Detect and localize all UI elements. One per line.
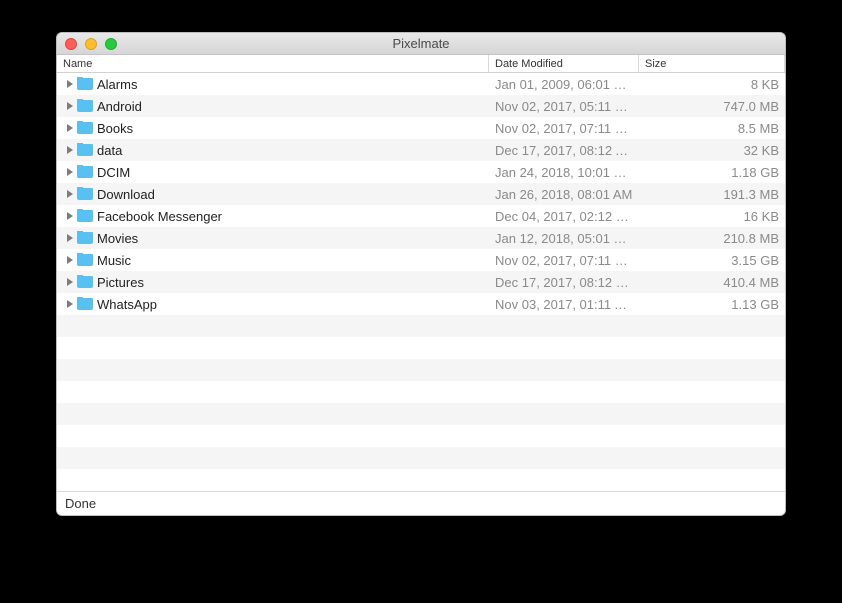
folder-icon xyxy=(77,100,93,112)
table-row[interactable]: Facebook Messenger Dec 04, 2017, 02:12 P…… xyxy=(57,205,785,227)
file-name: Android xyxy=(97,99,142,114)
table-row[interactable]: Android Nov 02, 2017, 05:11 PM747.0 MB xyxy=(57,95,785,117)
table-row[interactable]: Pictures Dec 17, 2017, 08:12 P…410.4 MB xyxy=(57,271,785,293)
cell-size: 747.0 MB xyxy=(639,99,785,114)
disclosure-triangle-icon[interactable] xyxy=(67,168,73,176)
cell-size: 32 KB xyxy=(639,143,785,158)
traffic-lights xyxy=(65,38,117,50)
zoom-icon[interactable] xyxy=(105,38,117,50)
empty-row xyxy=(57,315,785,337)
disclosure-triangle-icon[interactable] xyxy=(67,278,73,286)
status-bar: Done xyxy=(57,491,785,515)
cell-name: DCIM xyxy=(57,165,489,180)
empty-row xyxy=(57,425,785,447)
cell-date: Dec 17, 2017, 08:12 P… xyxy=(489,275,639,290)
cell-date: Dec 17, 2017, 08:12 A… xyxy=(489,143,639,158)
cell-size: 210.8 MB xyxy=(639,231,785,246)
file-name: Alarms xyxy=(97,77,137,92)
column-headers: Name Date Modified Size xyxy=(57,55,785,73)
cell-name: Books xyxy=(57,121,489,136)
cell-date: Nov 02, 2017, 07:11 PM xyxy=(489,121,639,136)
cell-date: Jan 24, 2018, 10:01 PM xyxy=(489,165,639,180)
app-window: Pixelmate Name Date Modified Size Alarms… xyxy=(56,32,786,516)
cell-name: Music xyxy=(57,253,489,268)
cell-name: Android xyxy=(57,99,489,114)
cell-date: Dec 04, 2017, 02:12 P… xyxy=(489,209,639,224)
cell-name: Alarms xyxy=(57,77,489,92)
header-size[interactable]: Size xyxy=(639,55,785,72)
empty-row xyxy=(57,381,785,403)
disclosure-triangle-icon[interactable] xyxy=(67,102,73,110)
table-row[interactable]: data Dec 17, 2017, 08:12 A…32 KB xyxy=(57,139,785,161)
file-name: Music xyxy=(97,253,131,268)
folder-icon xyxy=(77,210,93,222)
folder-icon xyxy=(77,298,93,310)
table-row[interactable]: WhatsApp Nov 03, 2017, 01:11 AM1.13 GB xyxy=(57,293,785,315)
cell-size: 410.4 MB xyxy=(639,275,785,290)
cell-name: Pictures xyxy=(57,275,489,290)
folder-icon xyxy=(77,144,93,156)
disclosure-triangle-icon[interactable] xyxy=(67,146,73,154)
disclosure-triangle-icon[interactable] xyxy=(67,212,73,220)
cell-date: Jan 01, 2009, 06:01 PM xyxy=(489,77,639,92)
cell-size: 8 KB xyxy=(639,77,785,92)
folder-icon xyxy=(77,276,93,288)
minimize-icon[interactable] xyxy=(85,38,97,50)
cell-date: Nov 03, 2017, 01:11 AM xyxy=(489,297,639,312)
folder-icon xyxy=(77,232,93,244)
cell-date: Jan 26, 2018, 08:01 AM xyxy=(489,187,639,202)
cell-size: 8.5 MB xyxy=(639,121,785,136)
folder-icon xyxy=(77,166,93,178)
disclosure-triangle-icon[interactable] xyxy=(67,300,73,308)
header-name[interactable]: Name xyxy=(57,55,489,72)
cell-name: Facebook Messenger xyxy=(57,209,489,224)
cell-date: Jan 12, 2018, 05:01 PM xyxy=(489,231,639,246)
cell-size: 1.18 GB xyxy=(639,165,785,180)
cell-name: data xyxy=(57,143,489,158)
disclosure-triangle-icon[interactable] xyxy=(67,124,73,132)
empty-row xyxy=(57,447,785,469)
cell-date: Nov 02, 2017, 07:11 PM xyxy=(489,253,639,268)
titlebar[interactable]: Pixelmate xyxy=(57,33,785,55)
cell-size: 1.13 GB xyxy=(639,297,785,312)
disclosure-triangle-icon[interactable] xyxy=(67,190,73,198)
close-icon[interactable] xyxy=(65,38,77,50)
table-row[interactable]: Download Jan 26, 2018, 08:01 AM191.3 MB xyxy=(57,183,785,205)
file-list: Alarms Jan 01, 2009, 06:01 PM8 KB Android N… xyxy=(57,73,785,491)
folder-icon xyxy=(77,254,93,266)
file-name: Download xyxy=(97,187,155,202)
disclosure-triangle-icon[interactable] xyxy=(67,80,73,88)
status-text: Done xyxy=(65,496,96,511)
folder-icon xyxy=(77,78,93,90)
empty-row xyxy=(57,469,785,491)
empty-row xyxy=(57,359,785,381)
cell-date: Nov 02, 2017, 05:11 PM xyxy=(489,99,639,114)
cell-size: 3.15 GB xyxy=(639,253,785,268)
cell-name: Movies xyxy=(57,231,489,246)
empty-row xyxy=(57,403,785,425)
cell-size: 16 KB xyxy=(639,209,785,224)
file-name: DCIM xyxy=(97,165,130,180)
file-name: Pictures xyxy=(97,275,144,290)
disclosure-triangle-icon[interactable] xyxy=(67,234,73,242)
disclosure-triangle-icon[interactable] xyxy=(67,256,73,264)
table-row[interactable]: Music Nov 02, 2017, 07:11 PM3.15 GB xyxy=(57,249,785,271)
folder-icon xyxy=(77,188,93,200)
file-name: Books xyxy=(97,121,133,136)
file-name: WhatsApp xyxy=(97,297,157,312)
table-row[interactable]: Movies Jan 12, 2018, 05:01 PM210.8 MB xyxy=(57,227,785,249)
table-row[interactable]: DCIM Jan 24, 2018, 10:01 PM1.18 GB xyxy=(57,161,785,183)
cell-name: WhatsApp xyxy=(57,297,489,312)
file-name: Facebook Messenger xyxy=(97,209,222,224)
file-name: data xyxy=(97,143,122,158)
table-row[interactable]: Alarms Jan 01, 2009, 06:01 PM8 KB xyxy=(57,73,785,95)
folder-icon xyxy=(77,122,93,134)
cell-name: Download xyxy=(57,187,489,202)
table-row[interactable]: Books Nov 02, 2017, 07:11 PM8.5 MB xyxy=(57,117,785,139)
empty-row xyxy=(57,337,785,359)
cell-size: 191.3 MB xyxy=(639,187,785,202)
window-title: Pixelmate xyxy=(57,36,785,51)
file-name: Movies xyxy=(97,231,138,246)
header-date[interactable]: Date Modified xyxy=(489,55,639,72)
